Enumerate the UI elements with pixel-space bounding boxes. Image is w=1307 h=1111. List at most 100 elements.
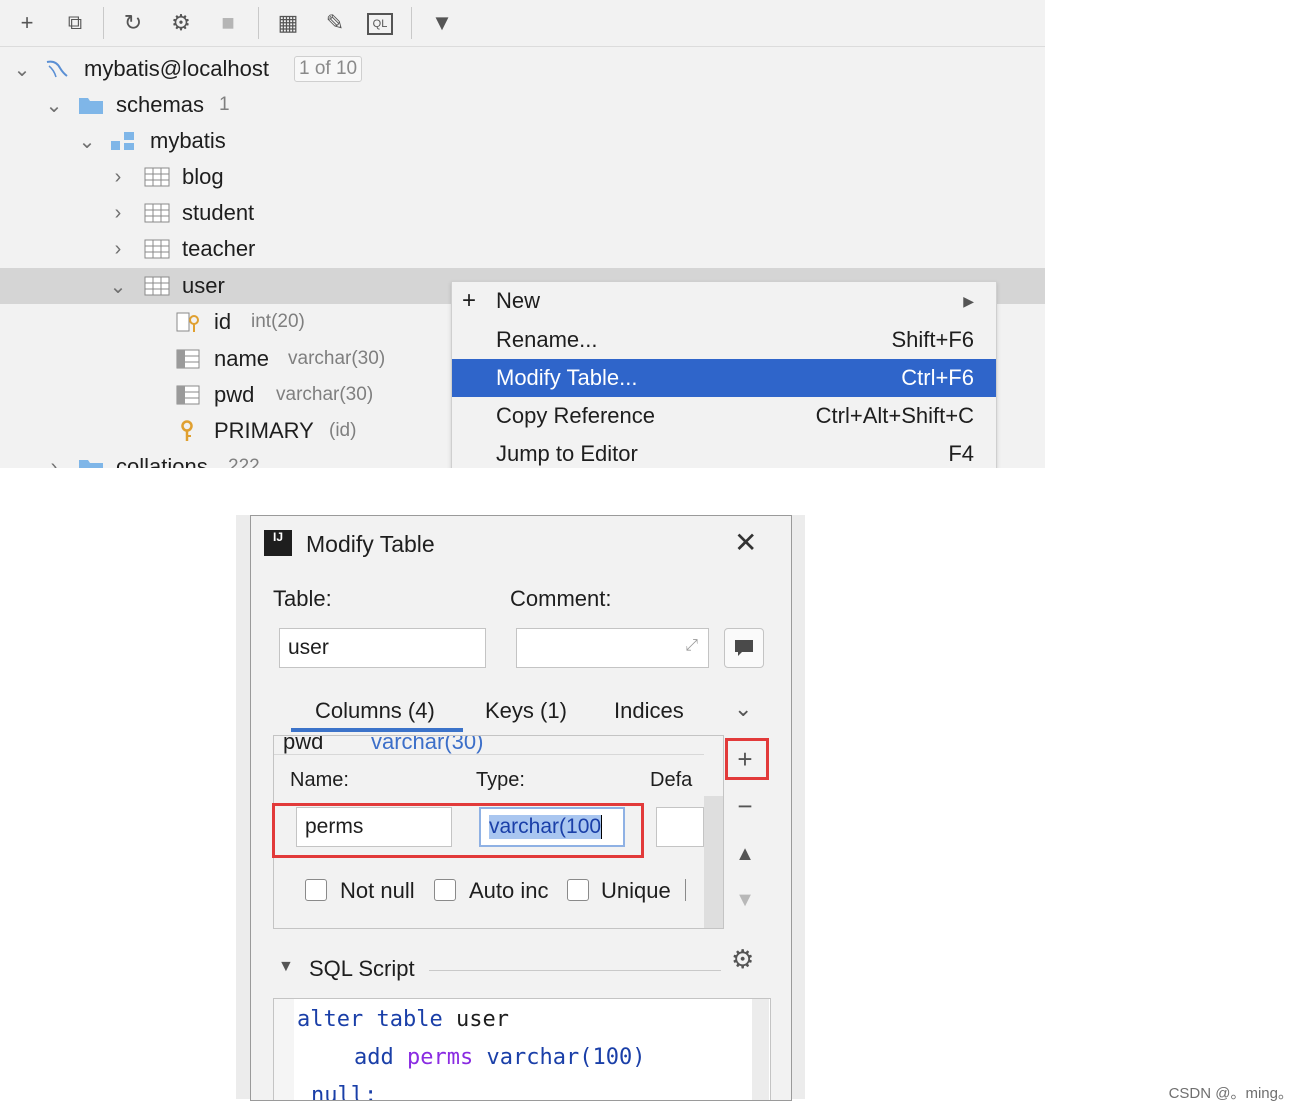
expand-icon[interactable]: ⤢ [685,637,698,655]
schema-icon [111,132,134,150]
tree-row-table[interactable]: › student [0,195,1045,231]
editor-scrollbar[interactable] [752,999,769,1100]
schema-sync-icon[interactable]: ⚙ [166,8,196,38]
type-label: Type: [476,769,525,791]
chevron-down-icon[interactable]: ⌄ [12,57,32,82]
prev-column-name: pwd [283,736,324,754]
highlight-new-column [272,803,644,858]
menu-item-jump-to-editor[interactable]: Jump to Editor F4 [452,435,996,468]
duplicate-icon[interactable]: ⧉ [60,8,90,38]
menu-item-modify-table[interactable]: Modify Table... Ctrl+F6 [452,359,996,397]
schemas-count: 1 [219,94,230,115]
collapse-triangle-icon[interactable]: ▼ [278,958,294,976]
table-name-input[interactable]: user [279,628,486,668]
chevron-down-icon[interactable]: ⌄ [44,93,64,118]
chevron-right-icon[interactable]: › [108,202,128,225]
edit-icon[interactable]: ✎ [320,8,350,38]
table-label: Table: [273,586,332,611]
tree-row-table[interactable]: › teacher [0,231,1045,267]
add-icon[interactable]: + [12,8,42,38]
schemas-label: schemas [116,92,205,117]
remove-column-icon[interactable]: − [727,788,763,824]
previous-column-row[interactable]: pwd varchar(30) [274,736,723,754]
folder-icon [79,98,103,114]
table-label: user [182,273,225,298]
key-icon [181,420,193,441]
collations-label: collations [116,454,208,468]
refresh-icon[interactable]: ↻ [118,8,148,38]
key-detail: (id) [329,420,357,441]
unique-label: Unique [601,878,671,903]
database-explorer-panel: + ⧉ ↻ ⚙ ■ ▦ ✎ QL ▼ ⌄ mybatis@localhost 1… [0,0,1045,468]
column-type: varchar(30) [276,384,374,405]
sql-script-editor[interactable]: alter table user add perms varchar(100) … [273,998,771,1101]
table-label: student [182,200,255,225]
context-menu: + New ▶ Rename... Shift+F6 Modify Table.… [451,281,997,468]
tab-columns[interactable]: Columns (4) [315,698,435,724]
sql-console-icon[interactable]: QL [367,13,393,35]
column-name: name [214,346,270,371]
tree-row-table[interactable]: › blog [0,159,1045,195]
connection-badge[interactable]: 1 of 10 [294,56,363,82]
table-view-icon[interactable]: ▦ [273,8,303,38]
menu-item-rename[interactable]: Rename... Shift+F6 [452,321,996,359]
mysql-icon [46,60,68,78]
menu-item-copy-reference[interactable]: Copy Reference Ctrl+Alt+Shift+C [452,397,996,435]
sql-script-label: SQL Script [309,956,415,981]
sql-line-3: null; [311,1083,378,1101]
close-icon[interactable]: ✕ [734,526,757,559]
primary-key-column-icon [176,312,199,332]
watermark-text: CSDN @。ming。 [1168,1085,1293,1102]
chevron-right-icon[interactable]: › [108,166,128,189]
default-label: Defa [650,769,693,791]
table-icon [144,239,170,259]
collations-count: 222 [228,456,260,468]
tab-indices[interactable]: Indices [614,698,684,724]
table-icon [144,203,170,223]
column-default-input[interactable] [656,807,704,847]
comment-input[interactable]: ⤢ [516,628,709,668]
tree-row-schema-mybatis[interactable]: ⌄ mybatis [0,123,1045,159]
truncated-checkbox [685,879,692,901]
explorer-toolbar: + ⧉ ↻ ⚙ ■ ▦ ✎ QL ▼ [0,0,1045,47]
chevron-down-icon[interactable]: ⌄ [734,696,752,722]
auto-inc-checkbox[interactable] [434,879,456,901]
move-up-icon[interactable]: ▲ [727,836,763,872]
table-icon [144,167,170,187]
chevron-right-icon[interactable]: › [108,238,128,261]
sql-line-2: add perms varchar(100) [354,1045,646,1070]
comment-label: Comment: [510,586,612,611]
move-down-icon[interactable]: ▼ [727,882,763,918]
column-type: varchar(30) [288,348,386,369]
stop-icon[interactable]: ■ [213,8,243,38]
column-icon [176,385,200,405]
connection-label: mybatis@localhost [84,56,269,81]
intellij-icon: IJ [264,530,292,556]
gear-icon[interactable]: ⚙ [731,944,754,975]
comment-editor-button[interactable] [724,628,764,668]
table-label: blog [182,164,224,189]
prev-column-type: varchar(30) [371,736,484,754]
plus-icon: + [462,287,477,314]
submenu-arrow-icon: ▶ [963,292,974,309]
column-type: int(20) [251,311,305,332]
not-null-checkbox[interactable] [305,879,327,901]
chevron-down-icon[interactable]: ⌄ [77,129,97,154]
tree-row-connection[interactable]: ⌄ mybatis@localhost 1 of 10 [0,51,1045,87]
chevron-right-icon[interactable]: › [44,456,64,469]
chevron-down-icon[interactable]: ⌄ [108,274,128,299]
section-divider [429,970,721,971]
toolbar-separator [411,7,412,39]
tab-keys[interactable]: Keys (1) [485,698,567,724]
dialog-title: Modify Table [306,531,435,557]
tree-row-schemas[interactable]: ⌄ schemas 1 [0,87,1045,123]
filter-icon[interactable]: ▼ [427,8,457,38]
name-label: Name: [290,769,349,791]
toolbar-separator [103,7,104,39]
editor-gutter [274,999,294,1100]
columns-scrollbar[interactable] [704,796,723,928]
toolbar-separator [258,7,259,39]
menu-item-new[interactable]: + New ▶ [452,282,996,320]
unique-checkbox[interactable] [567,879,589,901]
table-label: teacher [182,236,256,261]
